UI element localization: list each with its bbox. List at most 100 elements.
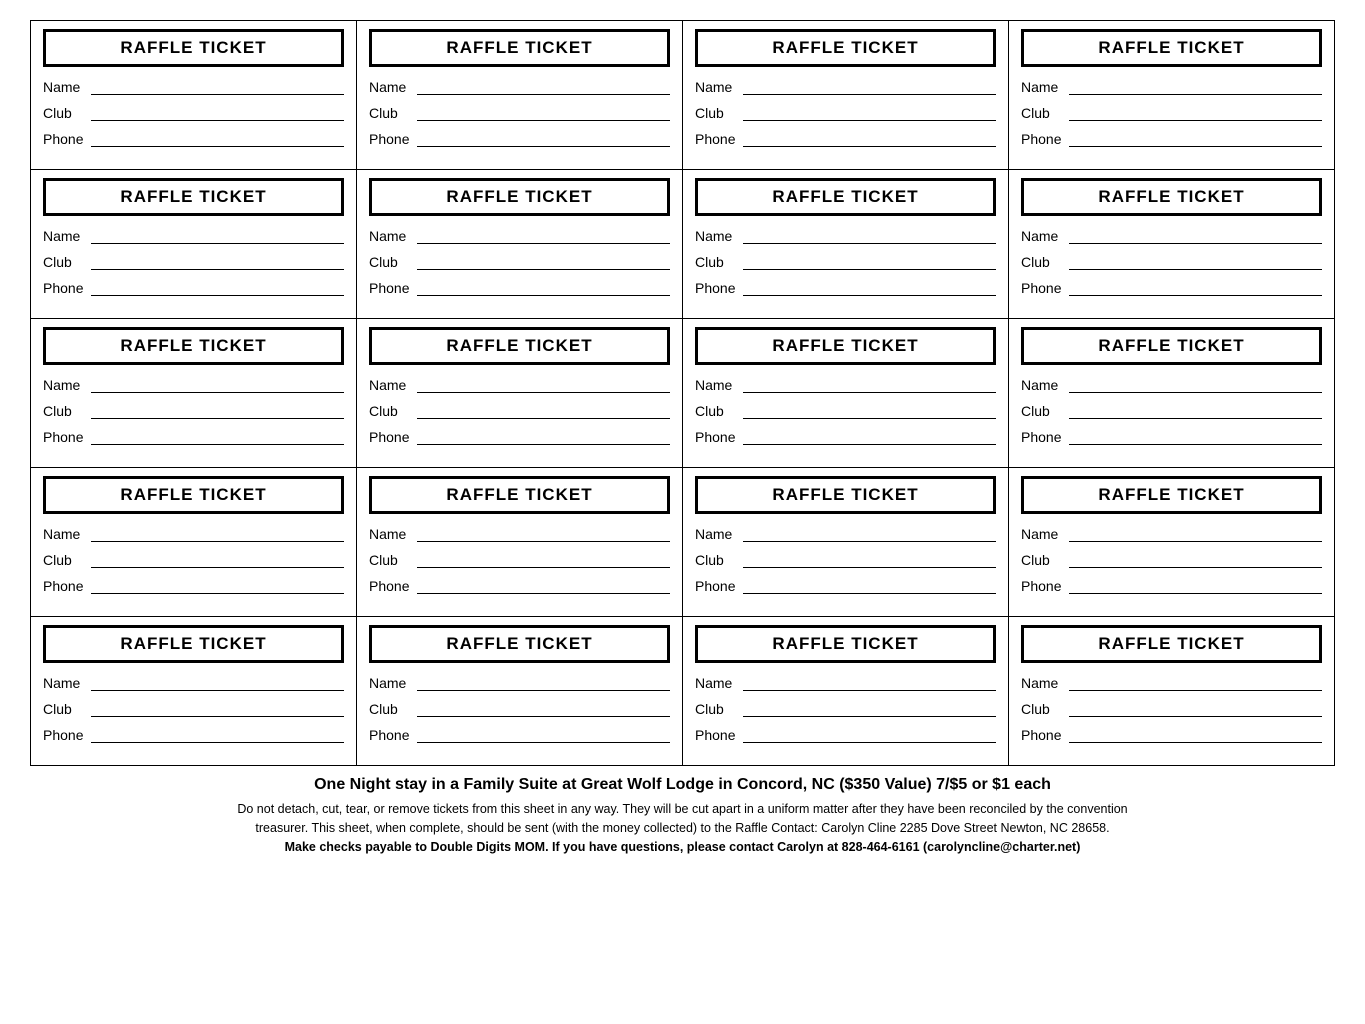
name-line bbox=[743, 230, 996, 244]
ticket-2-4: RAFFLE TICKET Name Club Phone bbox=[1009, 170, 1335, 319]
ticket-header: RAFFLE TICKET bbox=[369, 327, 670, 365]
name-field: Name bbox=[369, 526, 670, 542]
name-line bbox=[91, 677, 344, 691]
club-line bbox=[743, 107, 996, 121]
name-line bbox=[417, 81, 670, 95]
ticket-2-2: RAFFLE TICKET Name Club Phone bbox=[357, 170, 683, 319]
name-field: Name bbox=[695, 526, 996, 542]
club-field: Club bbox=[695, 403, 996, 419]
footer-section: One Night stay in a Family Suite at Grea… bbox=[30, 766, 1335, 856]
club-label: Club bbox=[1021, 701, 1067, 717]
ticket-header: RAFFLE TICKET bbox=[1021, 29, 1322, 67]
name-field: Name bbox=[695, 377, 996, 393]
footer-prize: One Night stay in a Family Suite at Grea… bbox=[30, 776, 1335, 794]
phone-field: Phone bbox=[369, 578, 670, 594]
name-label: Name bbox=[1021, 526, 1067, 542]
phone-field: Phone bbox=[1021, 131, 1322, 147]
ticket-header: RAFFLE TICKET bbox=[1021, 476, 1322, 514]
phone-label: Phone bbox=[1021, 578, 1067, 594]
ticket-1-3: RAFFLE TICKET Name Club Phone bbox=[683, 21, 1009, 170]
club-field: Club bbox=[369, 105, 670, 121]
ticket-header: RAFFLE TICKET bbox=[1021, 178, 1322, 216]
name-field: Name bbox=[695, 228, 996, 244]
phone-line bbox=[91, 282, 344, 296]
ticket-header: RAFFLE TICKET bbox=[695, 476, 996, 514]
club-line bbox=[1069, 405, 1322, 419]
club-field: Club bbox=[43, 552, 344, 568]
club-label: Club bbox=[369, 105, 415, 121]
name-label: Name bbox=[369, 526, 415, 542]
phone-field: Phone bbox=[695, 131, 996, 147]
club-line bbox=[91, 107, 344, 121]
name-label: Name bbox=[369, 228, 415, 244]
name-line bbox=[743, 677, 996, 691]
name-label: Name bbox=[1021, 675, 1067, 691]
footer-note-line3: Make checks payable to Double Digits MOM… bbox=[285, 840, 1081, 854]
ticket-5-4: RAFFLE TICKET Name Club Phone bbox=[1009, 617, 1335, 766]
club-field: Club bbox=[369, 403, 670, 419]
phone-label: Phone bbox=[43, 578, 89, 594]
phone-label: Phone bbox=[369, 578, 415, 594]
phone-line bbox=[417, 282, 670, 296]
name-field: Name bbox=[1021, 228, 1322, 244]
ticket-header: RAFFLE TICKET bbox=[43, 29, 344, 67]
phone-field: Phone bbox=[43, 131, 344, 147]
club-field: Club bbox=[43, 105, 344, 121]
club-label: Club bbox=[43, 105, 89, 121]
name-line bbox=[91, 230, 344, 244]
name-field: Name bbox=[369, 79, 670, 95]
ticket-3-1: RAFFLE TICKET Name Club Phone bbox=[31, 319, 357, 468]
club-line bbox=[417, 703, 670, 717]
phone-line bbox=[1069, 133, 1322, 147]
phone-label: Phone bbox=[695, 131, 741, 147]
phone-field: Phone bbox=[43, 578, 344, 594]
club-label: Club bbox=[695, 552, 741, 568]
club-field: Club bbox=[1021, 701, 1322, 717]
name-label: Name bbox=[43, 377, 89, 393]
name-field: Name bbox=[695, 79, 996, 95]
club-line bbox=[91, 405, 344, 419]
ticket-1-2: RAFFLE TICKET Name Club Phone bbox=[357, 21, 683, 170]
ticket-2-1: RAFFLE TICKET Name Club Phone bbox=[31, 170, 357, 319]
name-field: Name bbox=[369, 228, 670, 244]
club-line bbox=[417, 256, 670, 270]
name-line bbox=[91, 81, 344, 95]
club-line bbox=[91, 256, 344, 270]
name-line bbox=[743, 379, 996, 393]
ticket-header: RAFFLE TICKET bbox=[695, 625, 996, 663]
name-line bbox=[1069, 81, 1322, 95]
name-field: Name bbox=[369, 675, 670, 691]
ticket-header: RAFFLE TICKET bbox=[43, 625, 344, 663]
phone-label: Phone bbox=[695, 429, 741, 445]
phone-line bbox=[1069, 580, 1322, 594]
club-label: Club bbox=[1021, 552, 1067, 568]
club-label: Club bbox=[1021, 254, 1067, 270]
phone-field: Phone bbox=[369, 131, 670, 147]
ticket-header: RAFFLE TICKET bbox=[369, 476, 670, 514]
phone-label: Phone bbox=[695, 280, 741, 296]
phone-line bbox=[91, 133, 344, 147]
ticket-4-3: RAFFLE TICKET Name Club Phone bbox=[683, 468, 1009, 617]
name-label: Name bbox=[1021, 228, 1067, 244]
name-label: Name bbox=[695, 526, 741, 542]
phone-field: Phone bbox=[369, 727, 670, 743]
name-line bbox=[91, 379, 344, 393]
name-label: Name bbox=[43, 675, 89, 691]
club-field: Club bbox=[695, 552, 996, 568]
club-line bbox=[743, 554, 996, 568]
phone-label: Phone bbox=[1021, 429, 1067, 445]
ticket-header: RAFFLE TICKET bbox=[369, 178, 670, 216]
ticket-5-1: RAFFLE TICKET Name Club Phone bbox=[31, 617, 357, 766]
ticket-5-3: RAFFLE TICKET Name Club Phone bbox=[683, 617, 1009, 766]
name-label: Name bbox=[369, 377, 415, 393]
club-field: Club bbox=[1021, 105, 1322, 121]
phone-field: Phone bbox=[43, 280, 344, 296]
name-line bbox=[1069, 230, 1322, 244]
club-line bbox=[417, 554, 670, 568]
name-field: Name bbox=[43, 526, 344, 542]
club-line bbox=[1069, 107, 1322, 121]
name-label: Name bbox=[369, 79, 415, 95]
club-label: Club bbox=[369, 254, 415, 270]
club-label: Club bbox=[1021, 403, 1067, 419]
phone-line bbox=[417, 580, 670, 594]
